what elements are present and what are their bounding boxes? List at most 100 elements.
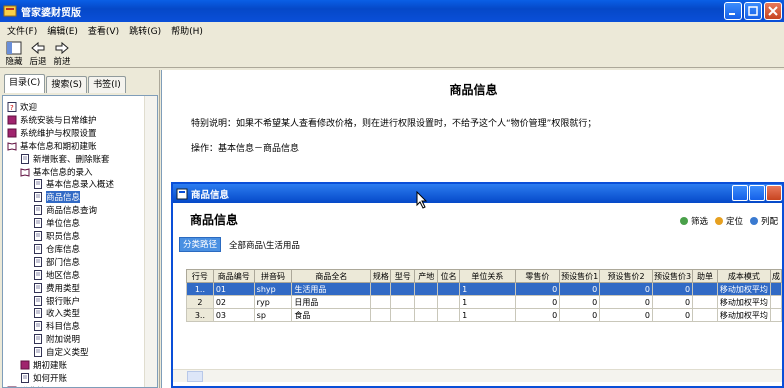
table-cell[interactable]: 0 xyxy=(514,295,561,309)
locate-button[interactable]: 定位 xyxy=(714,215,743,227)
table-cell[interactable]: 日用品 xyxy=(291,295,372,309)
tree-item[interactable]: 附加说明 xyxy=(33,333,80,345)
table-cell[interactable] xyxy=(390,282,416,296)
table-row[interactable]: 2 02 ryp 日用品 1 0 0 0 0 移动加权平均 xyxy=(186,295,783,309)
table-cell[interactable]: 01 xyxy=(212,282,255,296)
close-button[interactable] xyxy=(764,2,782,20)
columns-button[interactable]: 列配 xyxy=(749,215,778,227)
minimize-button[interactable] xyxy=(724,2,742,20)
column-header[interactable]: 商品编号 xyxy=(212,269,255,283)
table-cell[interactable] xyxy=(437,308,461,322)
column-header[interactable]: 型号 xyxy=(390,269,416,283)
tree-item[interactable]: 地区信息 xyxy=(33,269,80,281)
table-cell[interactable] xyxy=(414,308,439,322)
menu-file[interactable]: 文件(F) xyxy=(2,24,42,37)
tree-item[interactable]: 费用类型 xyxy=(33,282,80,294)
column-header[interactable]: 成本模式 xyxy=(716,269,771,283)
forward-button[interactable]: 前进 xyxy=(50,38,74,67)
menu-help[interactable]: 帮助(H) xyxy=(166,24,208,37)
table-cell[interactable] xyxy=(414,282,439,296)
table-cell[interactable] xyxy=(437,295,461,309)
table-cell[interactable]: shyp xyxy=(253,282,293,296)
table-cell[interactable]: 0 xyxy=(599,308,653,322)
table-cell[interactable]: 移动加权平均 xyxy=(716,295,771,309)
column-header[interactable]: 规格 xyxy=(370,269,392,283)
table-cell[interactable]: sp xyxy=(253,308,293,322)
table-row[interactable]: 1.. 01 shyp 生活用品 1 0 0 0 0 移动加权平均 xyxy=(186,282,783,296)
table-cell[interactable]: 02 xyxy=(212,295,255,309)
tree-item[interactable]: 系统安装与日常维护 xyxy=(7,114,97,126)
table-cell[interactable]: 移动加权平均 xyxy=(716,282,771,296)
table-cell[interactable] xyxy=(390,295,416,309)
table-cell[interactable]: 食品 xyxy=(291,308,372,322)
category-path-button[interactable]: 分类路径 xyxy=(179,237,222,252)
table-row[interactable]: 3.. 03 sp 食品 1 0 0 0 0 移动加权平均 xyxy=(186,308,783,322)
table-cell[interactable]: 生活用品 xyxy=(291,282,372,296)
tree-item[interactable]: 新增账套、删除账套 xyxy=(20,153,110,165)
menu-view[interactable]: 查看(V) xyxy=(83,24,124,37)
table-cell[interactable] xyxy=(390,308,416,322)
tree-item[interactable]: 期初建账 xyxy=(20,359,67,371)
sub-close-button[interactable] xyxy=(766,185,782,201)
table-cell[interactable]: ryp xyxy=(253,295,293,309)
table-cell[interactable]: 1 xyxy=(459,308,516,322)
table-cell[interactable]: 0 xyxy=(599,282,653,296)
filter-button[interactable]: 筛选 xyxy=(679,215,708,227)
column-header[interactable]: 预设售价3 xyxy=(651,269,694,283)
table-cell[interactable] xyxy=(370,308,392,322)
tree-item[interactable]: 基本信息和期初建账 xyxy=(7,140,97,152)
table-cell[interactable]: 0 xyxy=(559,295,601,309)
column-header[interactable]: 单位关系 xyxy=(459,269,516,283)
tree-item[interactable]: 仓库信息 xyxy=(33,243,80,255)
tree-item[interactable]: ? 欢迎 xyxy=(7,101,37,113)
tree-item[interactable]: 商品信息查询 xyxy=(33,204,97,216)
tree-item[interactable]: 科目信息 xyxy=(33,320,80,332)
table-cell[interactable]: 0 xyxy=(514,282,561,296)
column-header[interactable]: 成 xyxy=(769,269,783,283)
table-cell[interactable]: 03 xyxy=(212,308,255,322)
table-cell[interactable]: 0 xyxy=(651,308,694,322)
column-header[interactable]: 行号 xyxy=(186,269,214,283)
table-cell[interactable] xyxy=(437,282,461,296)
maximize-button[interactable] xyxy=(744,2,762,20)
table-cell[interactable]: 1 xyxy=(459,295,516,309)
tree-item[interactable]: 部门信息 xyxy=(33,256,80,268)
table-cell[interactable]: 1.. xyxy=(186,282,214,296)
grid-horizontal-scrollbar[interactable] xyxy=(173,369,782,382)
tab-contents[interactable]: 目录(C) xyxy=(4,74,46,93)
tab-search[interactable]: 搜索(S) xyxy=(46,76,88,93)
tree-item[interactable]: 基本信息录入概述 xyxy=(33,178,114,190)
table-cell[interactable] xyxy=(769,282,783,296)
table-cell[interactable]: 0 xyxy=(559,282,601,296)
table-cell[interactable]: 2 xyxy=(186,295,214,309)
table-cell[interactable] xyxy=(692,295,718,309)
column-header[interactable]: 商品全名 xyxy=(291,269,372,283)
tree-item[interactable]: 商品信息 xyxy=(33,191,81,204)
tree-item[interactable]: 职员信息 xyxy=(33,230,80,242)
menu-goto[interactable]: 跳转(G) xyxy=(124,24,166,37)
table-cell[interactable]: 0 xyxy=(651,282,694,296)
column-header[interactable]: 助单 xyxy=(692,269,718,283)
hide-button[interactable]: 隐藏 xyxy=(2,38,26,67)
tree-item[interactable]: 如何开账 xyxy=(20,372,67,384)
tree-item[interactable]: 单位信息 xyxy=(33,217,80,229)
column-header[interactable]: 产地 xyxy=(414,269,439,283)
table-cell[interactable]: 1 xyxy=(459,282,516,296)
column-header[interactable]: 预设售价1 xyxy=(559,269,601,283)
column-header[interactable]: 拼音码 xyxy=(253,269,293,283)
tree-item[interactable]: 收入类型 xyxy=(33,307,80,319)
table-cell[interactable] xyxy=(692,282,718,296)
table-cell[interactable]: 移动加权平均 xyxy=(716,308,771,322)
tree-scrollbar[interactable] xyxy=(144,96,157,387)
tree-item[interactable]: 自定义类型 xyxy=(33,346,89,358)
table-cell[interactable]: 3.. xyxy=(186,308,214,322)
column-header[interactable]: 位名 xyxy=(437,269,461,283)
table-cell[interactable] xyxy=(370,282,392,296)
sub-minimize-button[interactable] xyxy=(732,185,748,201)
column-header[interactable]: 零售价 xyxy=(514,269,561,283)
menu-edit[interactable]: 编辑(E) xyxy=(42,24,83,37)
tree-item[interactable]: 系统维护与权限设置 xyxy=(7,127,97,139)
table-cell[interactable]: 0 xyxy=(559,308,601,322)
column-header[interactable]: 预设售价2 xyxy=(599,269,653,283)
table-cell[interactable] xyxy=(769,308,783,322)
